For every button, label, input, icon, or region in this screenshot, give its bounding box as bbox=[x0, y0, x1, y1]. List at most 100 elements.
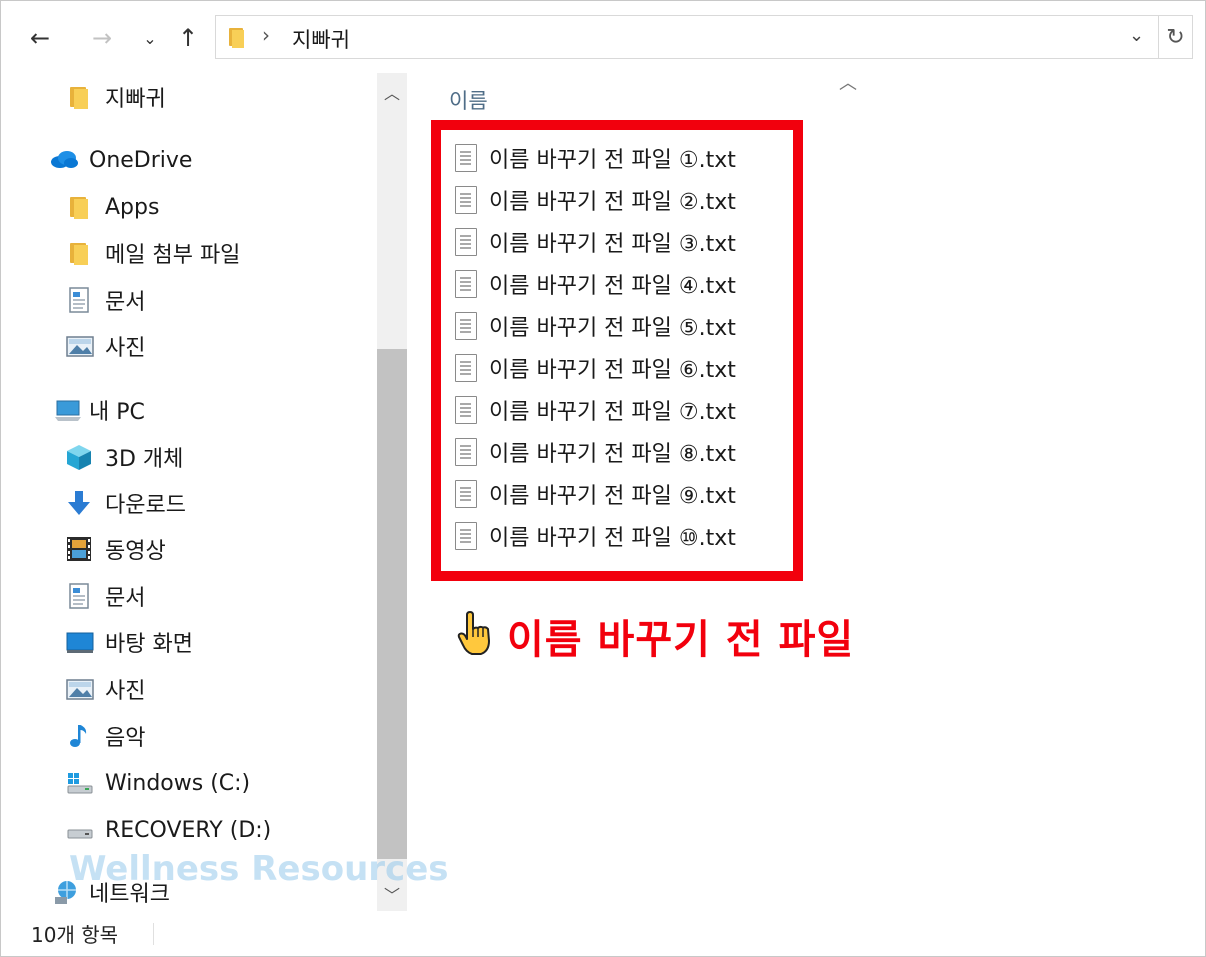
nav-item-apps[interactable]: Apps bbox=[65, 187, 159, 227]
nav-item-label: RECOVERY (D:) bbox=[105, 817, 272, 843]
refresh-button[interactable]: ↻ bbox=[1159, 15, 1193, 59]
file-name: 이름 바꾸기 전 파일 ②.txt bbox=[489, 190, 736, 215]
nav-item-label: 문서 bbox=[105, 290, 146, 315]
nav-item-onedrive[interactable]: OneDrive bbox=[49, 140, 192, 180]
nav-item-music[interactable]: 음악 bbox=[65, 716, 145, 756]
text-file-icon bbox=[455, 438, 477, 466]
file-name: 이름 바꾸기 전 파일 ①.txt bbox=[489, 148, 736, 173]
nav-item-videos[interactable]: 동영상 bbox=[65, 529, 166, 569]
address-dropdown-icon[interactable]: ⌄ bbox=[1129, 25, 1144, 46]
nav-item-label: 문서 bbox=[105, 586, 146, 611]
file-name: 이름 바꾸기 전 파일 ⑩.txt bbox=[489, 526, 736, 551]
up-button[interactable]: ↑ bbox=[171, 21, 205, 55]
folder-icon bbox=[65, 193, 93, 221]
file-item[interactable]: 이름 바꾸기 전 파일 ⑧.txt bbox=[455, 432, 736, 472]
cube-icon bbox=[65, 443, 93, 471]
file-name: 이름 바꾸기 전 파일 ③.txt bbox=[489, 232, 736, 257]
nav-item-downloads[interactable]: 다운로드 bbox=[65, 483, 186, 523]
windows-drive-icon bbox=[65, 769, 93, 797]
nav-item-recovery-drive[interactable]: RECOVERY (D:) bbox=[65, 810, 271, 850]
download-icon bbox=[65, 489, 93, 517]
file-name: 이름 바꾸기 전 파일 ④.txt bbox=[489, 274, 736, 299]
path-segment[interactable]: 지빠귀 bbox=[292, 24, 350, 54]
forward-button[interactable]: → bbox=[85, 21, 119, 55]
nav-item-label: 음악 bbox=[105, 726, 146, 751]
file-name: 이름 바꾸기 전 파일 ⑧.txt bbox=[489, 442, 736, 467]
nav-item-pictures-onedrive[interactable]: 사진 bbox=[65, 326, 145, 366]
file-item[interactable]: 이름 바꾸기 전 파일 ⑥.txt bbox=[455, 348, 736, 388]
text-file-icon bbox=[455, 354, 477, 382]
film-icon bbox=[65, 535, 93, 563]
sort-ascending-icon: ︿ bbox=[839, 73, 857, 94]
file-name: 이름 바꾸기 전 파일 ⑥.txt bbox=[489, 358, 736, 383]
nav-item-3d-objects[interactable]: 3D 개체 bbox=[65, 437, 183, 477]
arrow-right-icon: → bbox=[91, 24, 113, 52]
text-file-icon bbox=[455, 270, 477, 298]
nav-item-mail-attachments[interactable]: 메일 첨부 파일 bbox=[65, 233, 240, 273]
file-item[interactable]: 이름 바꾸기 전 파일 ②.txt bbox=[455, 180, 736, 220]
music-note-icon bbox=[65, 722, 93, 750]
refresh-icon: ↻ bbox=[1166, 24, 1185, 50]
sidebar-scrollbar-thumb[interactable] bbox=[377, 349, 407, 859]
nav-item-pictures[interactable]: 사진 bbox=[65, 669, 145, 709]
address-bar[interactable]: › 지빠귀 bbox=[215, 15, 1159, 59]
path-separator-icon: › bbox=[262, 23, 270, 47]
nav-item-label: 지빠귀 bbox=[105, 87, 166, 112]
text-file-icon bbox=[455, 312, 477, 340]
nav-item-documents-onedrive[interactable]: 문서 bbox=[65, 280, 145, 320]
file-name: 이름 바꾸기 전 파일 ⑤.txt bbox=[489, 316, 736, 341]
recent-locations-button[interactable]: ⌄ bbox=[133, 21, 167, 55]
watermark: Wellness Resources bbox=[69, 849, 449, 889]
document-icon bbox=[65, 582, 93, 610]
nav-item-label: 동영상 bbox=[105, 539, 166, 564]
annotation-callout: 이름 바꾸기 전 파일 bbox=[453, 607, 854, 665]
file-item[interactable]: 이름 바꾸기 전 파일 ⑦.txt bbox=[455, 390, 736, 430]
folder-icon bbox=[226, 26, 250, 50]
document-icon bbox=[65, 286, 93, 314]
picture-icon bbox=[65, 332, 94, 360]
desktop-icon bbox=[65, 628, 94, 656]
file-item[interactable]: 이름 바꾸기 전 파일 ④.txt bbox=[455, 264, 736, 304]
cloud-icon bbox=[49, 146, 78, 174]
pointing-hand-icon bbox=[453, 611, 495, 661]
nav-item-thrush[interactable]: 지빠귀 bbox=[65, 77, 166, 117]
status-item-count: 10개 항목 bbox=[31, 923, 119, 947]
drive-icon bbox=[65, 816, 93, 844]
nav-item-label: 3D 개체 bbox=[105, 447, 184, 472]
scroll-up-button[interactable]: ︿ bbox=[377, 77, 407, 107]
text-file-icon bbox=[455, 396, 477, 424]
nav-item-label: 메일 첨부 파일 bbox=[105, 243, 241, 268]
file-item[interactable]: 이름 바꾸기 전 파일 ①.txt bbox=[455, 138, 736, 178]
file-name: 이름 바꾸기 전 파일 ⑦.txt bbox=[489, 400, 736, 425]
text-file-icon bbox=[455, 480, 477, 508]
column-header-name[interactable]: 이름 bbox=[449, 85, 488, 115]
folder-icon bbox=[65, 239, 93, 267]
text-file-icon bbox=[455, 228, 477, 256]
text-file-icon bbox=[455, 522, 477, 550]
file-item[interactable]: 이름 바꾸기 전 파일 ⑩.txt bbox=[455, 516, 736, 556]
chevron-down-icon: ⌄ bbox=[143, 28, 157, 48]
nav-item-label: 사진 bbox=[105, 336, 146, 361]
text-file-icon bbox=[455, 186, 477, 214]
folder-icon bbox=[65, 83, 93, 111]
nav-item-windows-drive[interactable]: Windows (C:) bbox=[65, 763, 250, 803]
text-file-icon bbox=[455, 144, 477, 172]
file-item[interactable]: 이름 바꾸기 전 파일 ⑨.txt bbox=[455, 474, 736, 514]
computer-icon bbox=[53, 396, 81, 424]
nav-item-label: Windows (C:) bbox=[105, 770, 251, 796]
arrow-up-icon: ↑ bbox=[177, 24, 199, 52]
nav-item-desktop[interactable]: 바탕 화면 bbox=[65, 622, 193, 662]
file-name: 이름 바꾸기 전 파일 ⑨.txt bbox=[489, 484, 736, 509]
picture-icon bbox=[65, 675, 94, 703]
back-button[interactable]: ← bbox=[23, 21, 57, 55]
nav-item-label: 다운로드 bbox=[105, 493, 186, 518]
file-item[interactable]: 이름 바꾸기 전 파일 ③.txt bbox=[455, 222, 736, 262]
explorer-window: ← → ⌄ ↑ › 지빠귀 ⌄ ↻ 지빠귀 OneDrive Apps 메일 첨… bbox=[0, 0, 1206, 957]
nav-item-label: 바탕 화면 bbox=[105, 632, 193, 657]
nav-item-this-pc[interactable]: 내 PC bbox=[53, 390, 145, 430]
file-item[interactable]: 이름 바꾸기 전 파일 ⑤.txt bbox=[455, 306, 736, 346]
nav-item-label: Apps bbox=[105, 194, 160, 220]
status-divider bbox=[153, 923, 154, 945]
navigation-pane: 지빠귀 OneDrive Apps 메일 첨부 파일 문서 사진 내 PC 3D… bbox=[1, 71, 411, 911]
nav-item-documents[interactable]: 문서 bbox=[65, 576, 145, 616]
